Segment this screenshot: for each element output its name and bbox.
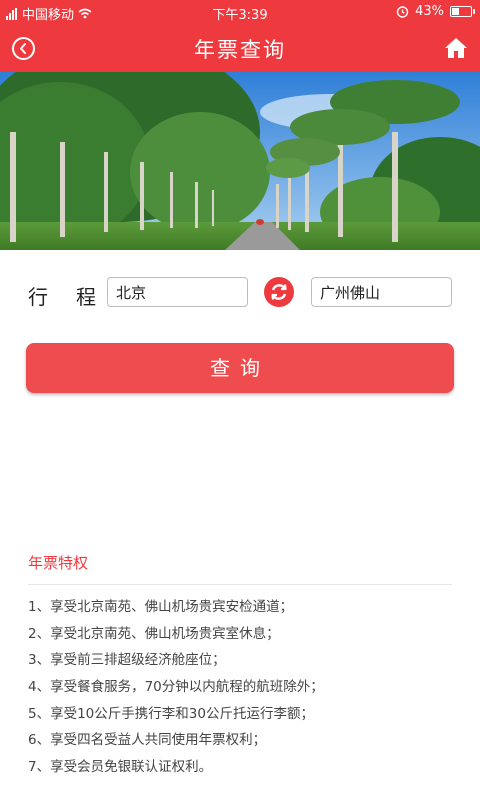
- privileges-list: 1、享受北京南苑、佛山机场贵宾安检通道； 2、享受北京南苑、佛山机场贵宾室休息；…: [28, 597, 324, 784]
- battery-icon: [450, 6, 475, 17]
- privileges-title: 年票特权: [28, 554, 89, 572]
- swap-button[interactable]: [264, 277, 294, 307]
- home-icon[interactable]: [444, 36, 468, 60]
- privilege-item: 1、享受北京南苑、佛山机场贵宾安检通道；: [28, 599, 294, 615]
- from-city-input[interactable]: [107, 277, 248, 307]
- status-bar: 中国移动 下午3:39 43%: [0, 0, 480, 24]
- banner-image: [0, 72, 480, 250]
- to-city-input[interactable]: [311, 277, 452, 307]
- query-button[interactable]: 查询: [26, 343, 454, 393]
- swap-refresh-icon: [271, 284, 287, 300]
- privilege-item: 4、享受餐食服务，70分钟以内航程的航班除外；: [28, 679, 324, 696]
- page-title: 年票查询: [194, 38, 286, 62]
- nav-bar: 年票查询: [0, 24, 480, 72]
- route-label-char-2: 程: [76, 285, 96, 309]
- route-label: 行程: [28, 281, 96, 310]
- privilege-item: 5、享受10公斤手携行李和30公斤托运行李额；: [28, 705, 314, 722]
- privilege-item: 6、享受四名受益人共同使用年票权利；: [28, 732, 267, 749]
- alarm-icon: [396, 6, 409, 18]
- privilege-item: 2、享受北京南苑、佛山机场贵宾室休息；: [28, 625, 280, 642]
- privilege-item: 3、享受前三排超级经济舱座位；: [28, 652, 226, 669]
- divider: [28, 584, 452, 585]
- battery-percent: 43%: [415, 4, 444, 19]
- privilege-item: 7、享受会员免银联认证权利。: [28, 759, 213, 776]
- route-label-char-1: 行: [28, 285, 48, 309]
